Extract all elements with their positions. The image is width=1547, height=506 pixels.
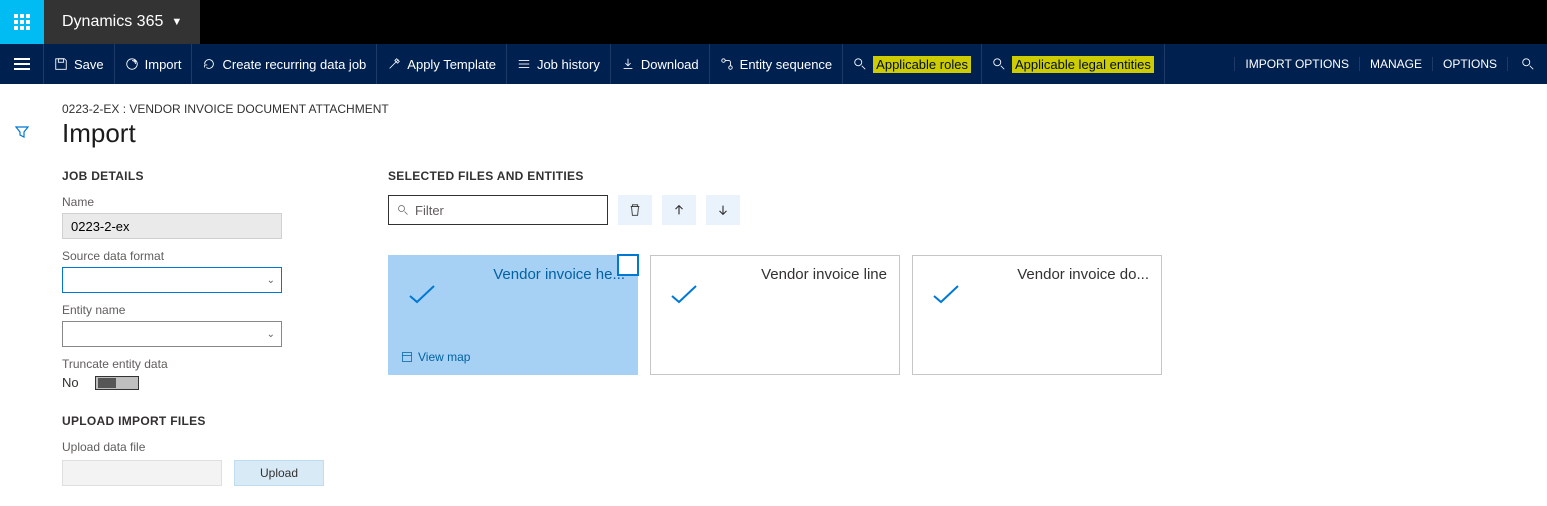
upload-label: Upload data file xyxy=(62,440,324,454)
applicable-roles-button[interactable]: Applicable roles xyxy=(843,44,982,84)
card-title: Vendor invoice he... xyxy=(401,266,625,283)
download-label: Download xyxy=(641,57,699,72)
brand-label: Dynamics 365 xyxy=(62,13,163,31)
card-title: Vendor invoice line xyxy=(663,266,887,283)
brand-menu[interactable]: Dynamics 365 ▼ xyxy=(44,0,200,44)
recurring-button[interactable]: Create recurring data job xyxy=(192,44,377,84)
entity-name-select[interactable]: ⌄ xyxy=(62,321,282,347)
download-button[interactable]: Download xyxy=(611,44,710,84)
options-button[interactable]: OPTIONS xyxy=(1432,57,1507,71)
check-icon xyxy=(931,284,961,311)
job-history-label: Job history xyxy=(537,57,600,72)
apply-template-label: Apply Template xyxy=(407,57,496,72)
map-icon xyxy=(401,351,413,363)
job-history-button[interactable]: Job history xyxy=(507,44,611,84)
move-down-button[interactable] xyxy=(706,195,740,225)
entity-name-label: Entity name xyxy=(62,303,324,317)
chevron-down-icon: ⌄ xyxy=(267,329,275,340)
save-button[interactable]: Save xyxy=(44,44,115,84)
name-label: Name xyxy=(62,195,324,209)
truncate-label: Truncate entity data xyxy=(62,357,324,371)
check-icon xyxy=(407,284,437,311)
import-label: Import xyxy=(145,57,182,72)
job-details-title: JOB DETAILS xyxy=(62,169,324,183)
trash-icon xyxy=(628,203,642,217)
card-checkbox[interactable] xyxy=(617,254,639,276)
page-title: Import xyxy=(62,118,1525,149)
card-title: Vendor invoice do... xyxy=(925,266,1149,283)
search-icon xyxy=(397,204,409,216)
truncate-value: No xyxy=(62,375,79,390)
move-up-button[interactable] xyxy=(662,195,696,225)
manage-button[interactable]: MANAGE xyxy=(1359,57,1432,71)
entity-card-vendor-invoice-header[interactable]: Vendor invoice he... View map xyxy=(388,255,638,375)
app-launcher-icon[interactable] xyxy=(0,0,44,44)
truncate-toggle[interactable] xyxy=(95,376,139,390)
arrow-up-icon xyxy=(672,203,686,217)
arrow-down-icon xyxy=(716,203,730,217)
applicable-legal-button[interactable]: Applicable legal entities xyxy=(982,44,1165,84)
upload-button[interactable]: Upload xyxy=(234,460,324,486)
chevron-down-icon: ▼ xyxy=(171,16,182,28)
import-options-button[interactable]: IMPORT OPTIONS xyxy=(1234,57,1359,71)
apply-template-button[interactable]: Apply Template xyxy=(377,44,507,84)
source-format-label: Source data format xyxy=(62,249,324,263)
selected-section-title: SELECTED FILES AND ENTITIES xyxy=(388,169,1162,183)
check-icon xyxy=(669,284,699,311)
name-input[interactable] xyxy=(62,213,282,239)
chevron-down-icon: ⌄ xyxy=(267,275,275,286)
applicable-roles-label: Applicable roles xyxy=(873,56,971,73)
entity-sequence-button[interactable]: Entity sequence xyxy=(710,44,844,84)
filter-placeholder: Filter xyxy=(415,203,444,218)
entity-card-vendor-invoice-line[interactable]: Vendor invoice line xyxy=(650,255,900,375)
entity-sequence-label: Entity sequence xyxy=(740,57,833,72)
hamburger-icon[interactable] xyxy=(0,44,44,84)
save-label: Save xyxy=(74,57,104,72)
search-button[interactable] xyxy=(1507,57,1547,71)
filter-icon[interactable] xyxy=(14,124,30,504)
applicable-legal-label: Applicable legal entities xyxy=(1012,56,1154,73)
upload-file-input[interactable] xyxy=(62,460,222,486)
recurring-label: Create recurring data job xyxy=(222,57,366,72)
view-map-link[interactable]: View map xyxy=(401,350,470,364)
entity-card-vendor-invoice-doc[interactable]: Vendor invoice do... xyxy=(912,255,1162,375)
import-button[interactable]: Import xyxy=(115,44,193,84)
breadcrumb: 0223-2-EX : VENDOR INVOICE DOCUMENT ATTA… xyxy=(62,102,1525,116)
delete-button[interactable] xyxy=(618,195,652,225)
filter-input[interactable]: Filter xyxy=(388,195,608,225)
source-format-select[interactable]: ⌄ xyxy=(62,267,282,293)
upload-section-title: UPLOAD IMPORT FILES xyxy=(62,414,324,428)
